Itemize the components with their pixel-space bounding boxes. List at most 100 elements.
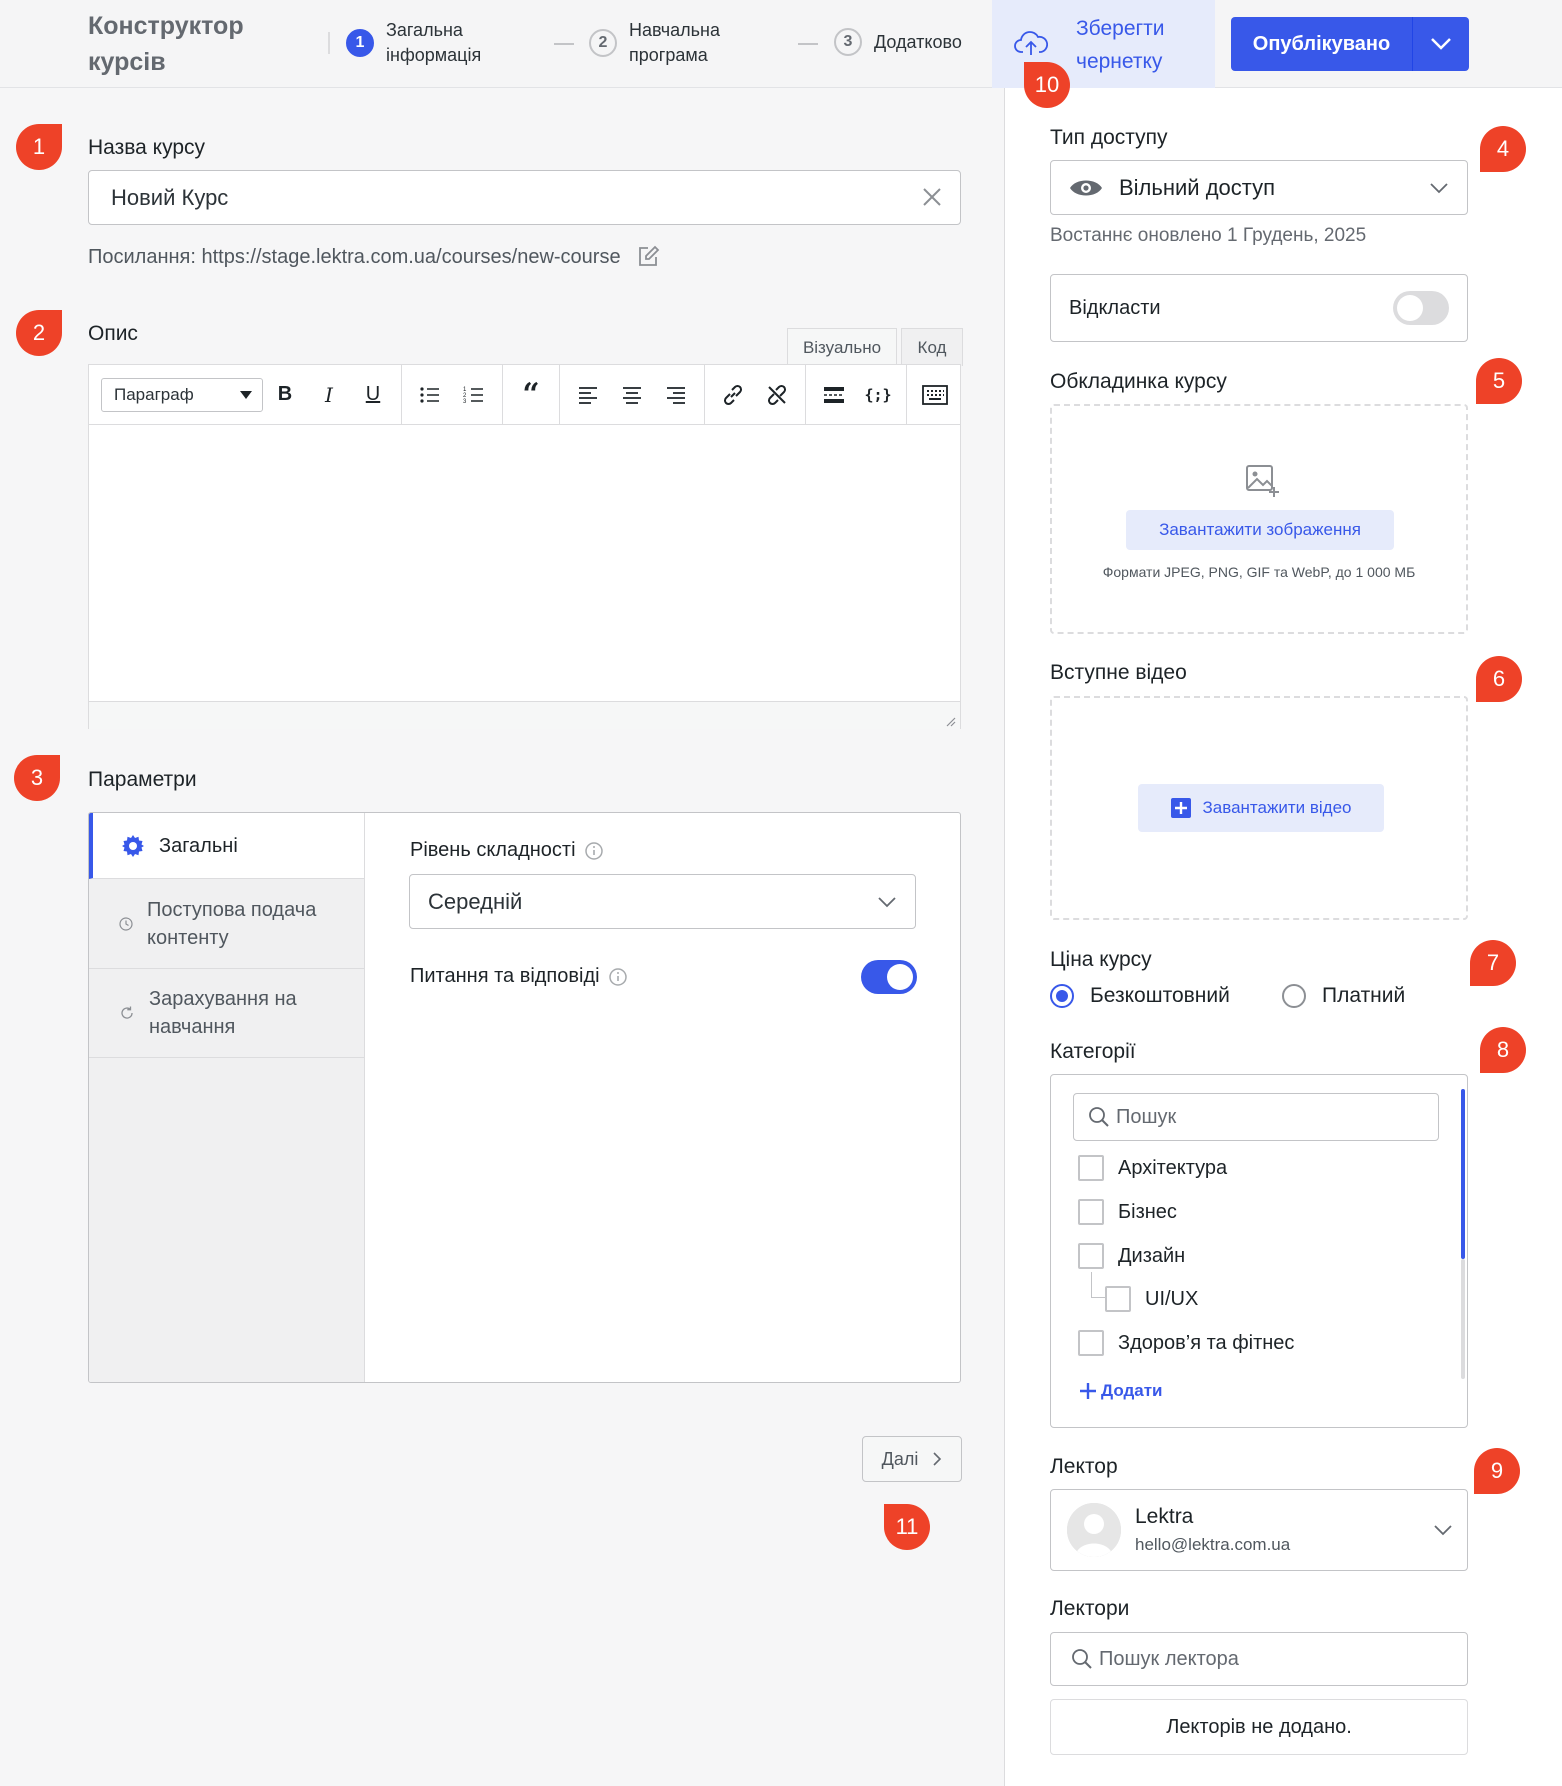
chevron-down-icon xyxy=(1431,38,1451,50)
paragraph-format-select[interactable]: Параграф xyxy=(101,377,263,412)
blockquote-button[interactable]: “ xyxy=(509,375,553,415)
bullet-list-icon xyxy=(420,386,439,403)
chevron-down-icon xyxy=(878,896,896,907)
editor-statusbar xyxy=(89,701,960,729)
insert-link-button[interactable] xyxy=(711,375,755,415)
checkbox[interactable] xyxy=(1105,1286,1131,1312)
paragraph-format-value: Параграф xyxy=(114,384,194,404)
toolbar-toggle-button[interactable] xyxy=(913,375,957,415)
align-center-button[interactable] xyxy=(610,375,654,415)
bullet-list-button[interactable] xyxy=(408,375,452,415)
categories-box: Пошук Архітектура Бізнес Дизайн UI/UX Зд… xyxy=(1050,1074,1468,1428)
lecturer-name: Lektra xyxy=(1135,1505,1194,1528)
tab-enrollment-label: Зарахування на навчання xyxy=(149,988,297,1038)
course-name-input[interactable]: Новий Курс xyxy=(88,170,961,225)
callout-badge: 11 xyxy=(884,1504,930,1550)
description-label: Опис xyxy=(88,322,138,345)
toolbar-group-link xyxy=(705,364,806,425)
tab-enrollment[interactable]: Зарахування на навчання xyxy=(89,969,364,1058)
difficulty-label: Рівень складності xyxy=(410,839,576,861)
categories-search-input[interactable]: Пошук xyxy=(1073,1093,1439,1141)
tab-general[interactable]: Загальні xyxy=(89,813,364,879)
difficulty-select[interactable]: Середній xyxy=(409,874,916,929)
underline-button[interactable]: U xyxy=(351,375,395,415)
course-cover-dropzone[interactable]: Завантажити зображення Формати JPEG, PNG… xyxy=(1050,404,1468,634)
align-left-button[interactable] xyxy=(566,375,610,415)
app-title: Конструктор курсів xyxy=(88,12,244,76)
checkbox[interactable] xyxy=(1078,1155,1104,1181)
align-right-icon xyxy=(667,386,685,404)
course-name-label: Назва курсу xyxy=(88,136,206,159)
remove-link-button[interactable] xyxy=(755,375,799,415)
eye-icon xyxy=(1070,180,1102,195)
italic-button[interactable]: I xyxy=(307,375,351,415)
intro-video-dropzone[interactable]: Завантажити відео xyxy=(1050,696,1468,920)
permalink: Посилання: https://stage.lektra.com.ua/c… xyxy=(88,244,661,270)
qa-label: Питання та відповіді xyxy=(410,965,600,987)
callout-badge: 3 xyxy=(14,755,60,801)
shortcode-button[interactable]: {;} xyxy=(856,375,900,415)
access-type-select[interactable]: Вільний доступ xyxy=(1050,160,1468,215)
align-right-button[interactable] xyxy=(654,375,698,415)
difficulty-value: Середній xyxy=(428,888,523,914)
toolbar-group-quote: “ xyxy=(503,364,560,425)
checkbox[interactable] xyxy=(1078,1330,1104,1356)
checkbox[interactable] xyxy=(1078,1243,1104,1269)
toolbar-group-insert: {;} xyxy=(806,364,907,425)
scrollbar-track xyxy=(1461,1259,1465,1379)
clear-icon[interactable] xyxy=(920,185,944,209)
add-category-link[interactable]: Додати xyxy=(1079,1381,1163,1401)
category-label: UI/UX xyxy=(1145,1287,1199,1310)
gear-icon xyxy=(122,834,144,857)
step-general-info[interactable]: 1 Загальна інформація xyxy=(346,18,496,68)
postpone-label: Відкласти xyxy=(1069,296,1161,319)
category-item[interactable]: Бізнес xyxy=(1078,1199,1177,1225)
next-label: Далі xyxy=(881,1448,919,1469)
info-icon[interactable] xyxy=(584,841,604,861)
tab-visual[interactable]: Візуально xyxy=(787,328,897,366)
toggle-knob xyxy=(887,964,913,990)
read-more-icon xyxy=(824,386,844,403)
bold-button[interactable]: B xyxy=(263,375,307,415)
step-additional[interactable]: 3 Додатково xyxy=(834,28,1014,56)
numbered-list-button[interactable]: 1 2 3 xyxy=(452,375,496,415)
price-free-radio[interactable]: Безкоштовний xyxy=(1050,984,1230,1008)
publish-split-button: Опублікувано xyxy=(1231,17,1469,71)
category-item[interactable]: Здоров’я та фітнес xyxy=(1078,1330,1294,1356)
resize-handle-icon[interactable] xyxy=(944,715,956,727)
callout-badge: 10 xyxy=(1024,62,1070,108)
step-number: 1 xyxy=(346,29,374,57)
qa-label-row: Питання та відповіді xyxy=(410,965,628,988)
toolbar-group-toggle xyxy=(907,365,963,425)
tab-code[interactable]: Код xyxy=(901,328,963,366)
plus-icon xyxy=(1080,1383,1096,1399)
tab-drip-content[interactable]: Поступова подача контенту xyxy=(89,879,364,969)
checkbox[interactable] xyxy=(1078,1199,1104,1225)
info-icon[interactable] xyxy=(608,967,628,987)
radio-circle xyxy=(1282,984,1306,1008)
edit-icon[interactable] xyxy=(635,244,661,270)
price-paid-radio[interactable]: Платний xyxy=(1282,984,1405,1008)
callout-badge: 7 xyxy=(1470,940,1516,986)
next-button[interactable]: Далі xyxy=(862,1436,962,1482)
categories-scrollbar[interactable] xyxy=(1461,1089,1465,1259)
qa-toggle[interactable] xyxy=(861,960,917,994)
category-item[interactable]: Архітектура xyxy=(1078,1155,1227,1181)
publish-button[interactable]: Опублікувано xyxy=(1231,17,1413,71)
align-center-icon xyxy=(623,386,641,404)
read-more-button[interactable] xyxy=(812,375,856,415)
upload-video-button[interactable]: Завантажити відео xyxy=(1138,784,1384,832)
lecturer-select[interactable]: Lektra hello@lektra.com.ua xyxy=(1050,1489,1468,1571)
editor-content-area[interactable] xyxy=(89,425,960,701)
postpone-toggle[interactable] xyxy=(1393,291,1449,325)
category-item[interactable]: UI/UX xyxy=(1105,1286,1198,1312)
permalink-text: Посилання: https://stage.lektra.com.ua/c… xyxy=(88,245,621,268)
step-curriculum[interactable]: 2 Навчальна програма xyxy=(589,18,739,68)
publish-options-button[interactable] xyxy=(1413,17,1469,71)
upload-image-button[interactable]: Завантажити зображення xyxy=(1126,510,1394,550)
link-icon xyxy=(723,384,743,405)
category-item[interactable]: Дизайн xyxy=(1078,1243,1185,1269)
upload-video-label: Завантажити відео xyxy=(1202,798,1352,817)
lecturers-search-input[interactable]: Пошук лектора xyxy=(1050,1632,1468,1686)
unlink-icon xyxy=(767,384,787,405)
